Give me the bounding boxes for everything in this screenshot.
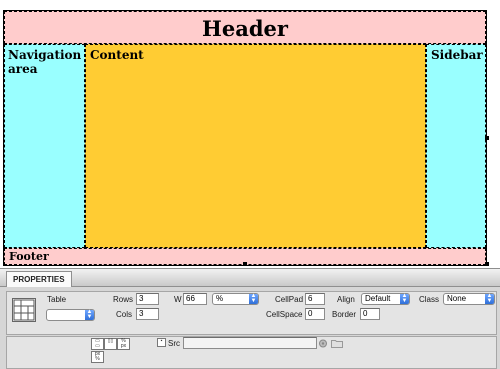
convert-heights-icon[interactable]: px%: [91, 351, 104, 363]
chevron-down-icon: ▲ ▼: [249, 293, 258, 304]
image-icon: ▪: [157, 338, 166, 347]
properties-panel: PROPERTIES Table ▲ ▼ Rows 3 Cols 3 W 66 %…: [0, 268, 500, 369]
sidebar-cell[interactable]: Sidebar: [426, 44, 486, 248]
table-id-select[interactable]: ▲ ▼: [46, 309, 95, 321]
clear-column-widths-icon[interactable]: ▯▯: [104, 338, 117, 350]
layout-table[interactable]: Header Navigation area Content Sidebar F…: [3, 10, 487, 266]
align-value: Default: [365, 294, 391, 303]
tab-properties[interactable]: PROPERTIES: [6, 271, 72, 287]
width-input[interactable]: 66: [183, 293, 207, 305]
clear-row-heights-icon[interactable]: ▭ ▭: [91, 338, 104, 350]
content-cell[interactable]: Content: [85, 44, 426, 248]
resize-handle-right[interactable]: [485, 136, 489, 140]
rows-label: Rows: [113, 295, 134, 304]
class-label: Class: [419, 295, 440, 304]
border-label: Border: [332, 310, 357, 319]
table-inspector: Table ▲ ▼ Rows 3 Cols 3 W 66 % ▲ ▼ CellPad…: [6, 291, 497, 335]
design-view: Header Navigation area Content Sidebar F…: [0, 0, 500, 268]
align-label: Align: [337, 295, 355, 304]
chevron-down-icon: ▲ ▼: [85, 309, 94, 320]
src-input[interactable]: [183, 337, 317, 349]
rows-input[interactable]: 3: [136, 293, 159, 305]
panel-tab-bar: PROPERTIES: [0, 269, 500, 287]
table-label: Table: [47, 295, 67, 304]
point-to-file-icon[interactable]: [319, 339, 331, 348]
chevron-down-icon: ▲ ▼: [400, 293, 409, 304]
table-icon: [12, 298, 36, 322]
class-select[interactable]: None ▲ ▼: [443, 293, 495, 305]
width-unit-value: %: [216, 294, 224, 303]
width-label: W: [174, 295, 182, 304]
src-label: Src: [168, 339, 180, 348]
cellpad-input[interactable]: 6: [305, 293, 325, 305]
border-input[interactable]: 0: [360, 308, 380, 320]
resize-handle-corner[interactable]: [485, 262, 489, 266]
chevron-down-icon: ▲ ▼: [485, 293, 494, 304]
navigation-cell[interactable]: Navigation area: [4, 44, 85, 248]
convert-widths-icon[interactable]: % px: [117, 338, 130, 350]
class-value: None: [447, 294, 467, 303]
cellpad-label: CellPad: [275, 295, 304, 304]
cellspace-label: CellSpace: [266, 310, 303, 319]
cols-input[interactable]: 3: [136, 308, 159, 320]
cols-label: Cols: [116, 310, 133, 319]
table-tools-row: ▭ ▭ ▯▯ % px px% ▪ Src: [6, 336, 497, 369]
width-unit-select[interactable]: % ▲ ▼: [212, 293, 259, 305]
header-cell[interactable]: Header: [4, 11, 486, 44]
cellspace-input[interactable]: 0: [305, 308, 325, 320]
align-select[interactable]: Default ▲ ▼: [361, 293, 410, 305]
resize-handle-bottom[interactable]: [243, 262, 247, 266]
folder-icon[interactable]: [331, 339, 343, 348]
